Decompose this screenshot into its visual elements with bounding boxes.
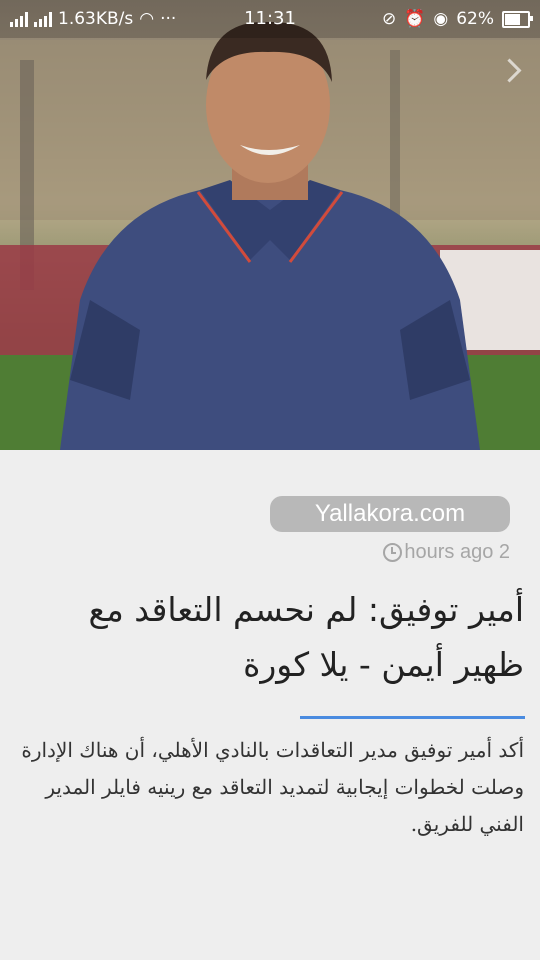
article-timestamp: hours ago 2 — [383, 541, 510, 564]
article-headline[interactable]: أمير توفيق: لم نحسم التعاقد مع ظهير أيمن… — [14, 582, 524, 692]
battery-percent: 62% — [456, 9, 494, 29]
mute-icon: ⊘ — [381, 9, 397, 29]
article-hero-image[interactable] — [0, 0, 540, 450]
overflow-indicator: ··· — [160, 9, 177, 29]
status-left: 1.63KB/s ◠ ··· — [0, 9, 176, 29]
wifi-icon: ◠ — [139, 9, 155, 29]
battery-icon — [502, 10, 533, 28]
article-summary: أكد أمير توفيق مدير التعاقدات بالنادي ال… — [21, 738, 524, 836]
signal-secondary-icon — [34, 11, 52, 27]
source-badge[interactable]: Yallakora.com — [270, 496, 510, 532]
status-bar: 1.63KB/s ◠ ··· 11:31 ⊘ ⏰ ◉ 62% — [0, 0, 540, 38]
eye-icon: ◉ — [433, 9, 449, 29]
clock-icon — [383, 543, 403, 562]
timestamp-text: hours ago 2 — [404, 541, 510, 563]
network-speed: 1.63KB/s — [58, 9, 134, 29]
signal-icon — [10, 11, 28, 27]
headline-divider — [300, 716, 525, 719]
status-right: ⊘ ⏰ ◉ 62% — [382, 9, 540, 29]
status-time: 11:31 — [244, 8, 296, 29]
alarm-icon: ⏰ — [404, 9, 426, 29]
